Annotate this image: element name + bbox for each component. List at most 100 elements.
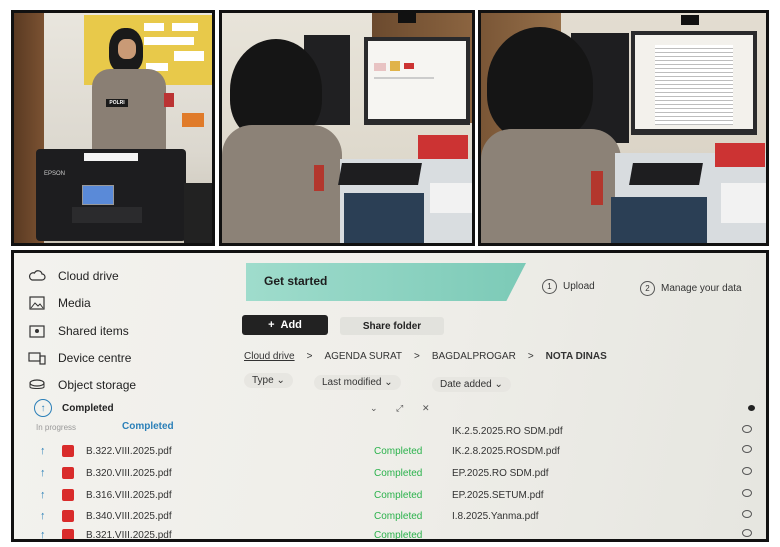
cloud-icon <box>28 270 46 281</box>
step-label: Manage your data <box>661 283 742 294</box>
shared-folder-icon <box>29 325 45 338</box>
add-button[interactable]: + Add <box>242 315 328 335</box>
shoulder-patch <box>591 171 603 205</box>
filter-type[interactable]: Type ⌄ <box>244 373 293 388</box>
sidebar-item-label: Shared items <box>58 324 129 338</box>
status-badge: Completed <box>374 511 423 522</box>
pdf-file-icon <box>62 510 74 522</box>
get-started-banner: Get started <box>246 263 526 301</box>
heart-icon[interactable] <box>742 510 752 518</box>
printer-screen <box>82 185 114 205</box>
filter-label: Type <box>252 375 274 386</box>
sidebar-item-object-storage[interactable]: Object storage <box>28 378 136 392</box>
sidebar-item-label: Cloud drive <box>58 269 119 283</box>
breadcrumb-separator: > <box>306 351 313 362</box>
filter-last-modified[interactable]: Last modified ⌄ <box>314 375 401 390</box>
heart-icon[interactable] <box>742 445 752 453</box>
favourite-icon[interactable] <box>748 405 755 411</box>
heart-icon[interactable] <box>742 425 752 433</box>
image-icon <box>29 296 45 310</box>
table-row[interactable]: IK.2.5.2025.RO SDM.pdf <box>14 423 766 443</box>
status-badge: Completed <box>374 468 423 479</box>
shoulder-patch <box>314 165 324 191</box>
heart-icon[interactable] <box>742 529 752 537</box>
get-started-title: Get started <box>264 274 328 288</box>
webcam <box>398 13 416 23</box>
papers <box>430 183 472 213</box>
chevron-down-icon: ⌄ <box>494 379 503 390</box>
upload-arrow-icon: ↑ <box>40 445 46 457</box>
step-upload[interactable]: 1 Upload <box>542 279 595 294</box>
heart-icon[interactable] <box>742 489 752 497</box>
pdf-file-icon <box>62 467 74 479</box>
breadcrumb-separator: > <box>527 351 534 362</box>
breadcrumb-item[interactable]: AGENDA SURAT <box>324 351 402 362</box>
upload-arrow-icon: ↑ <box>40 489 46 501</box>
table-row[interactable]: ↑ B.321.VIII.2025.pdf Completed <box>14 527 766 541</box>
sidebar-item-cloud-drive[interactable]: Cloud drive <box>28 269 119 283</box>
table-row[interactable]: ↑ B.320.VIII.2025.pdf Completed EP.2025.… <box>14 465 766 485</box>
pdf-file-icon <box>62 445 74 457</box>
sidebar-item-device-centre[interactable]: Device centre <box>28 351 131 365</box>
chevron-down-icon: ⌄ <box>384 377 393 388</box>
mouse-pad <box>611 197 707 243</box>
chevron-down-icon: ⌄ <box>276 375 285 386</box>
upload-arrow-icon: ↑ <box>40 467 46 479</box>
sidebar-item-label: Device centre <box>58 351 132 365</box>
sidebar-item-label: Media <box>58 296 91 310</box>
sidebar-item-media[interactable]: Media <box>28 296 91 310</box>
remote-file-name: IK.2.5.2025.RO SDM.pdf <box>452 426 563 437</box>
status-badge: Completed <box>374 530 423 541</box>
file-name: B.340.VIII.2025.pdf <box>86 511 172 522</box>
breadcrumb: Cloud drive > AGENDA SURAT > BAGDALPROGA… <box>244 351 607 362</box>
transfers-header[interactable]: ↑ Completed <box>34 399 114 417</box>
papers <box>721 183 766 223</box>
step-manage[interactable]: 2 Manage your data <box>640 281 742 296</box>
table-row[interactable]: ↑ B.322.VIII.2025.pdf Completed IK.2.8.2… <box>14 443 766 463</box>
vest-label: POLRI <box>106 99 128 107</box>
storage-icon <box>29 379 45 389</box>
webcam <box>681 15 699 25</box>
photo-computer-document <box>478 10 769 246</box>
filter-date-added[interactable]: Date added ⌄ <box>432 377 511 392</box>
share-folder-button[interactable]: Share folder <box>340 317 444 335</box>
share-folder-label: Share folder <box>362 320 422 332</box>
expand-icon[interactable]: ⤢ <box>396 403 403 414</box>
remote-file-name: IK.2.8.2025.ROSDM.pdf <box>452 446 560 457</box>
device-icon <box>28 352 46 365</box>
printer-side-unit <box>184 183 212 243</box>
file-name: B.321.VIII.2025.pdf <box>86 530 172 541</box>
monitor-screen <box>368 41 466 119</box>
breadcrumb-item[interactable]: Cloud drive <box>244 351 295 362</box>
status-badge: Completed <box>374 490 423 501</box>
monitor <box>631 31 757 135</box>
filter-label: Last modified <box>322 377 382 388</box>
heart-icon[interactable] <box>742 467 752 475</box>
breadcrumb-separator: > <box>414 351 420 362</box>
plus-icon: + <box>268 319 275 331</box>
keyboard <box>338 163 422 185</box>
monitor-screen <box>635 35 753 129</box>
add-button-label: Add <box>280 319 302 331</box>
table-row[interactable]: ↑ B.340.VIII.2025.pdf Completed I.8.2025… <box>14 508 766 528</box>
remote-file-name: I.8.2025.Yanma.pdf <box>452 511 539 522</box>
pdf-file-icon <box>62 529 74 539</box>
desk-items <box>715 143 765 167</box>
orange-box <box>182 113 204 127</box>
shoulder-patch <box>164 93 174 107</box>
hijab-back <box>487 27 593 141</box>
step-label: Upload <box>563 281 595 292</box>
mouse-pad <box>344 193 424 243</box>
table-row[interactable]: ↑ B.316.VIII.2025.pdf Completed EP.2025.… <box>14 487 766 507</box>
chevron-down-icon[interactable]: ⌄ <box>370 403 378 414</box>
upload-arrow-icon: ↑ <box>40 529 46 541</box>
keyboard <box>629 163 703 185</box>
uniform <box>92 69 166 159</box>
upload-arrow-icon: ↑ <box>40 510 46 522</box>
breadcrumb-current: NOTA DINAS <box>545 351 607 362</box>
sidebar-item-shared-items[interactable]: Shared items <box>28 324 129 338</box>
printer: EPSON <box>36 149 186 241</box>
step-number: 2 <box>640 281 655 296</box>
breadcrumb-item[interactable]: BAGDALPROGAR <box>432 351 516 362</box>
close-icon[interactable]: ✕ <box>422 403 430 414</box>
